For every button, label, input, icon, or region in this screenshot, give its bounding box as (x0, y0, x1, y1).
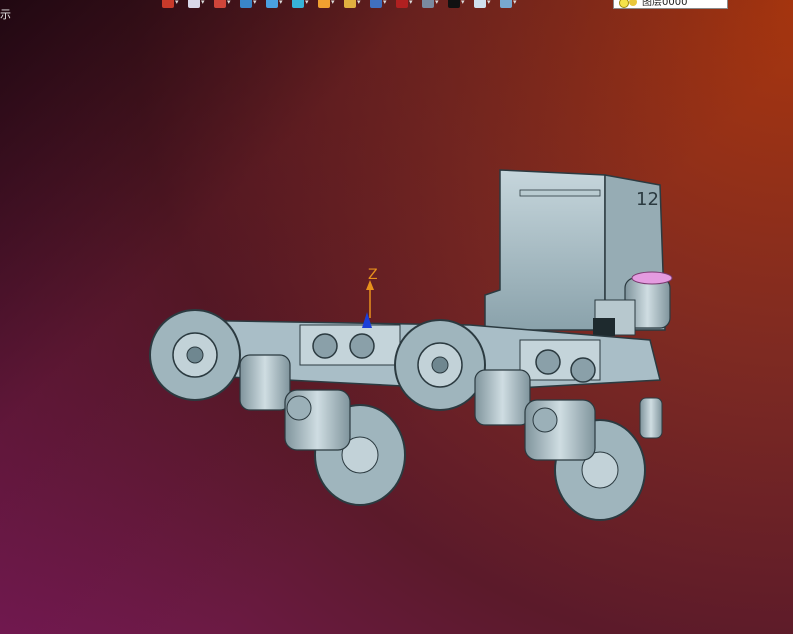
3d-viewport[interactable]: 12 Z (0, 0, 793, 634)
mecanum-wheel-front-right (394, 319, 486, 411)
axis-z-label: Z (368, 267, 378, 283)
axis-triad: Z (362, 267, 378, 328)
side-connector (639, 397, 663, 439)
mecanum-wheel-front-left (149, 309, 241, 401)
battery-label: 12 (636, 189, 659, 210)
